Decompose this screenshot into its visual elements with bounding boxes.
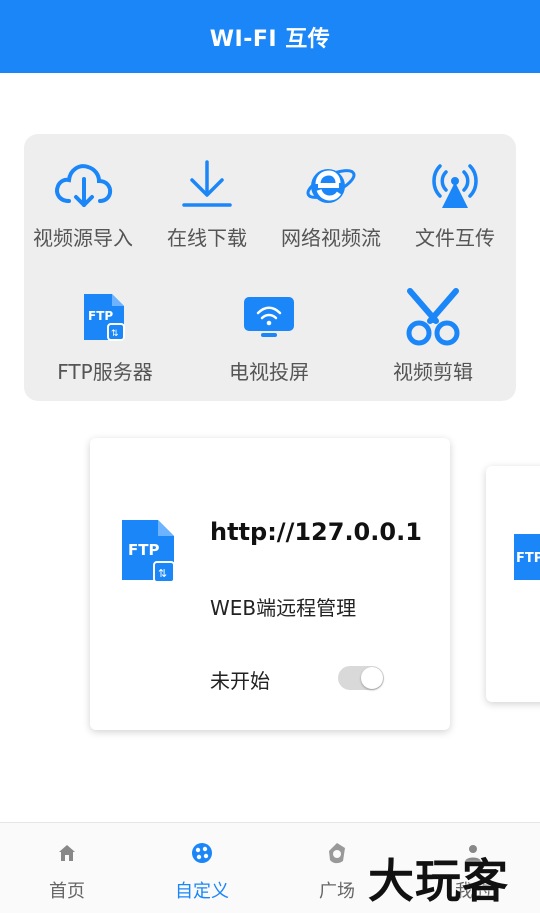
ftp-icon-text: FTP bbox=[128, 541, 159, 559]
download-arrow-icon bbox=[175, 154, 239, 214]
tile-label: 电视投屏 bbox=[229, 360, 309, 384]
svg-text:⇅: ⇅ bbox=[111, 329, 119, 339]
nav-label: 首页 bbox=[49, 881, 85, 902]
app-title: WI-FI 互传 bbox=[209, 26, 331, 52]
wifi-broadcast-icon bbox=[423, 154, 487, 214]
next-card[interactable]: FTP bbox=[486, 466, 540, 702]
feature-grid: 视频源导入 在线下载 网络视频流 文件互传 FTP ⇅ FTP服务器 电视投屏 … bbox=[24, 134, 516, 401]
server-status: 未开始 bbox=[210, 669, 270, 693]
toggle-knob bbox=[361, 667, 383, 689]
tile-tv-cast[interactable]: 电视投屏 bbox=[204, 288, 334, 385]
ftp-file-icon: FTP ⇅ bbox=[73, 288, 137, 348]
ftp-file-icon: FTP bbox=[512, 532, 540, 590]
app-bar: WI-FI 互传 bbox=[0, 0, 540, 73]
svg-text:⇅: ⇅ bbox=[158, 567, 167, 580]
tile-label: 在线下载 bbox=[167, 226, 247, 250]
tile-online-download[interactable]: 在线下载 bbox=[142, 154, 272, 251]
nav-square[interactable]: 广场 bbox=[297, 841, 377, 903]
server-toggle[interactable] bbox=[338, 666, 384, 690]
watermark-logo: 大玩客 bbox=[368, 854, 509, 908]
server-description: WEB端远程管理 bbox=[210, 596, 357, 620]
scissors-icon bbox=[401, 288, 465, 348]
nav-label: 自定义 bbox=[175, 881, 229, 902]
cloud-download-icon bbox=[51, 154, 115, 214]
tile-video-edit[interactable]: 视频剪辑 bbox=[368, 288, 498, 385]
server-url: http://127.0.0.1 bbox=[210, 518, 422, 546]
browser-e-icon bbox=[299, 154, 363, 214]
nav-label: 广场 bbox=[319, 881, 355, 902]
tile-label: 文件互传 bbox=[415, 226, 495, 250]
tile-label: FTP服务器 bbox=[57, 360, 153, 384]
tile-label: 网络视频流 bbox=[281, 226, 381, 250]
tile-label: 视频剪辑 bbox=[393, 360, 473, 384]
nav-custom[interactable]: 自定义 bbox=[162, 841, 242, 903]
tile-file-transfer[interactable]: 文件互传 bbox=[390, 154, 520, 251]
tile-video-import[interactable]: 视频源导入 bbox=[18, 154, 148, 251]
ftp-file-icon: FTP ⇅ bbox=[120, 518, 182, 592]
ftp-server-card[interactable]: FTP ⇅ http://127.0.0.1 WEB端远程管理 未开始 bbox=[90, 438, 450, 730]
custom-icon bbox=[190, 841, 214, 865]
tile-label: 视频源导入 bbox=[33, 226, 133, 250]
nav-home[interactable]: 首页 bbox=[27, 841, 107, 903]
tv-cast-icon bbox=[237, 288, 301, 348]
square-icon bbox=[325, 841, 349, 865]
ftp-icon-text: FTP bbox=[516, 551, 540, 566]
ftp-icon-text: FTP bbox=[88, 309, 113, 323]
tile-network-stream[interactable]: 网络视频流 bbox=[266, 154, 396, 251]
tile-ftp-server[interactable]: FTP ⇅ FTP服务器 bbox=[40, 288, 170, 385]
home-icon bbox=[55, 841, 79, 865]
